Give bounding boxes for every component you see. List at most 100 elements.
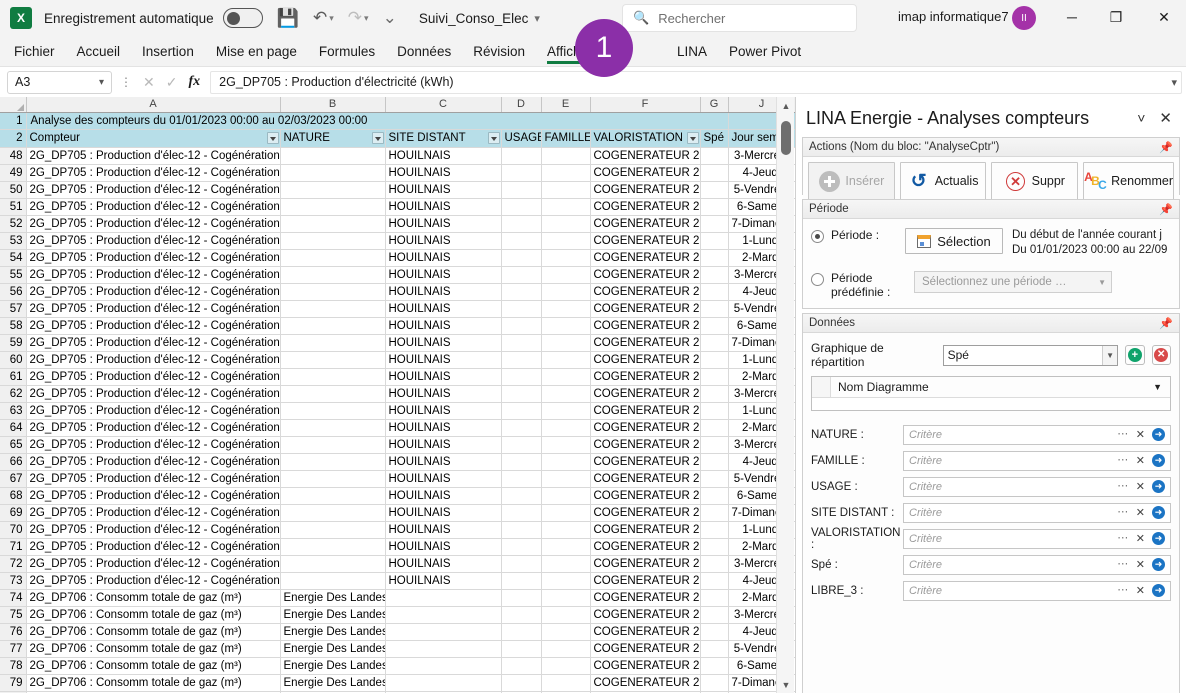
tab-fichier[interactable]: Fichier <box>3 36 66 67</box>
col-header-e[interactable]: E <box>541 97 591 113</box>
row-header[interactable]: 65 <box>0 436 27 454</box>
col-header-g[interactable]: G <box>700 97 729 113</box>
cell-d[interactable] <box>501 147 542 165</box>
cell-b[interactable] <box>280 487 386 505</box>
cell-e[interactable] <box>541 164 591 182</box>
cell-a[interactable]: 2G_DP705 : Production d'élec-12 - Cogéné… <box>26 181 281 199</box>
cell-e[interactable] <box>541 419 591 437</box>
cell-d[interactable] <box>501 351 542 369</box>
cell-c[interactable]: HOUILNAIS <box>385 572 502 590</box>
cell-b[interactable] <box>280 385 386 403</box>
cell-c[interactable]: HOUILNAIS <box>385 266 502 284</box>
cell-d[interactable] <box>501 606 542 624</box>
cell-c[interactable]: HOUILNAIS <box>385 351 502 369</box>
chevron-down-icon[interactable]: ▼ <box>1102 345 1118 365</box>
cell-e[interactable] <box>541 521 591 539</box>
cell-b[interactable] <box>280 504 386 522</box>
cell-a[interactable]: 2G_DP706 : Consomm totale de gaz (m³) <box>26 674 281 692</box>
cell-d[interactable] <box>501 385 542 403</box>
row-header[interactable]: 64 <box>0 419 27 437</box>
cell-g[interactable] <box>700 300 729 318</box>
cell-c[interactable]: HOUILNAIS <box>385 164 502 182</box>
periode-predefinie-select[interactable]: Sélectionnez une période … ▼ <box>914 271 1112 293</box>
diagram-list-header[interactable]: Nom Diagramme ▼ <box>812 377 1170 398</box>
tab-donnees[interactable]: Données <box>386 36 462 67</box>
cell-d[interactable] <box>501 657 542 675</box>
cell-g[interactable] <box>700 504 729 522</box>
periode-predefinie-radio[interactable] <box>811 273 824 286</box>
table-row[interactable]: 60 2G_DP705 : Production d'élec-12 - Cogé… <box>0 351 795 369</box>
spreadsheet-grid[interactable]: A B C D E F G J K L M 1 Analyse des comp… <box>0 97 796 693</box>
more-dots-icon[interactable]: ⋯ <box>1117 429 1129 440</box>
filter-icon-site-distant[interactable] <box>487 132 500 144</box>
cell-g[interactable] <box>700 147 729 165</box>
cell-g[interactable] <box>700 334 729 352</box>
fx-icon[interactable]: fx <box>188 74 200 90</box>
cell-g[interactable] <box>700 402 729 420</box>
cell-e[interactable] <box>541 436 591 454</box>
header-valoristation[interactable]: VALORISTATION <box>590 129 701 148</box>
cell-c[interactable] <box>385 589 502 607</box>
cell-d[interactable] <box>501 334 542 352</box>
table-row[interactable]: 79 2G_DP706 : Consomm totale de gaz (m³) E… <box>0 674 795 692</box>
table-row[interactable]: 78 2G_DP706 : Consomm totale de gaz (m³) E… <box>0 657 795 675</box>
cell-g[interactable] <box>700 572 729 590</box>
cell-e[interactable] <box>541 572 591 590</box>
row-header[interactable]: 63 <box>0 402 27 420</box>
cell-e[interactable] <box>541 623 591 641</box>
row-header[interactable]: 62 <box>0 385 27 403</box>
cell-c[interactable] <box>385 623 502 641</box>
cell-e[interactable] <box>541 147 591 165</box>
cell-b[interactable] <box>280 572 386 590</box>
filter-icon-nature[interactable] <box>371 132 384 144</box>
table-row[interactable]: 73 2G_DP705 : Production d'élec-12 - Cogé… <box>0 572 795 590</box>
cell-a[interactable]: 2G_DP705 : Production d'élec-12 - Cogéné… <box>26 538 281 556</box>
cell-f[interactable]: COGENERATEUR 2G <box>590 623 701 641</box>
tab-accueil[interactable]: Accueil <box>66 36 132 67</box>
more-dots-icon[interactable]: ⋯ <box>1117 533 1129 544</box>
cell-d[interactable] <box>501 283 542 301</box>
cell-f[interactable]: COGENERATEUR 2G <box>590 640 701 658</box>
cell-g[interactable] <box>700 555 729 573</box>
col-header-c[interactable]: C <box>385 97 502 113</box>
cell-d[interactable] <box>501 623 542 641</box>
cell-b[interactable] <box>280 419 386 437</box>
cell-c[interactable] <box>385 657 502 675</box>
apply-arrow-icon[interactable]: ➜ <box>1152 428 1165 441</box>
filename-chevron-down-icon[interactable]: ▾ <box>534 12 540 25</box>
table-row[interactable]: 59 2G_DP705 : Production d'élec-12 - Cogé… <box>0 334 795 352</box>
cell-a[interactable]: 2G_DP705 : Production d'élec-12 - Cogéné… <box>26 385 281 403</box>
more-dots-icon[interactable]: ⋯ <box>1117 559 1129 570</box>
cell-f[interactable]: COGENERATEUR 2G <box>590 487 701 505</box>
row-header[interactable]: 67 <box>0 470 27 488</box>
cell-f[interactable]: COGENERATEUR 2G <box>590 538 701 556</box>
cell-d[interactable] <box>501 300 542 318</box>
save-icon[interactable]: 💾 <box>277 8 299 29</box>
clear-x-icon[interactable]: ✕ <box>1136 480 1145 493</box>
cell-b[interactable] <box>280 402 386 420</box>
task-pane-chevron-down-icon[interactable]: ˅ <box>1137 110 1145 126</box>
cell-b[interactable]: Energie Des Landes <box>280 589 386 607</box>
cell-g[interactable] <box>700 283 729 301</box>
cell-e[interactable] <box>541 470 591 488</box>
autosave-toggle[interactable] <box>222 8 263 28</box>
table-row[interactable]: 72 2G_DP705 : Production d'élec-12 - Cogé… <box>0 555 795 573</box>
rename-button[interactable]: ABC Renommer <box>1083 162 1174 200</box>
row-header[interactable]: 60 <box>0 351 27 369</box>
cell-f[interactable]: COGENERATEUR 2G <box>590 419 701 437</box>
cell-d[interactable] <box>501 266 542 284</box>
cell-a[interactable]: 2G_DP705 : Production d'élec-12 - Cogéné… <box>26 198 281 216</box>
table-row[interactable]: 50 2G_DP705 : Production d'élec-12 - Cogé… <box>0 181 795 199</box>
cell-d[interactable] <box>501 555 542 573</box>
select-all-corner[interactable] <box>0 97 27 113</box>
row-header[interactable]: 73 <box>0 572 27 590</box>
cell-a[interactable]: 2G_DP705 : Production d'élec-12 - Cogéné… <box>26 164 281 182</box>
cell-f[interactable]: COGENERATEUR 2G <box>590 317 701 335</box>
table-row[interactable]: 75 2G_DP706 : Consomm totale de gaz (m³) E… <box>0 606 795 624</box>
cell-e[interactable] <box>541 351 591 369</box>
pin-icon[interactable]: 📌 <box>1159 203 1173 216</box>
restore-button[interactable]: ❐ <box>1094 0 1138 34</box>
cell-c[interactable]: HOUILNAIS <box>385 147 502 165</box>
chart-repartition-select[interactable]: Spé ▼ <box>942 344 1119 366</box>
cell-d[interactable] <box>501 368 542 386</box>
